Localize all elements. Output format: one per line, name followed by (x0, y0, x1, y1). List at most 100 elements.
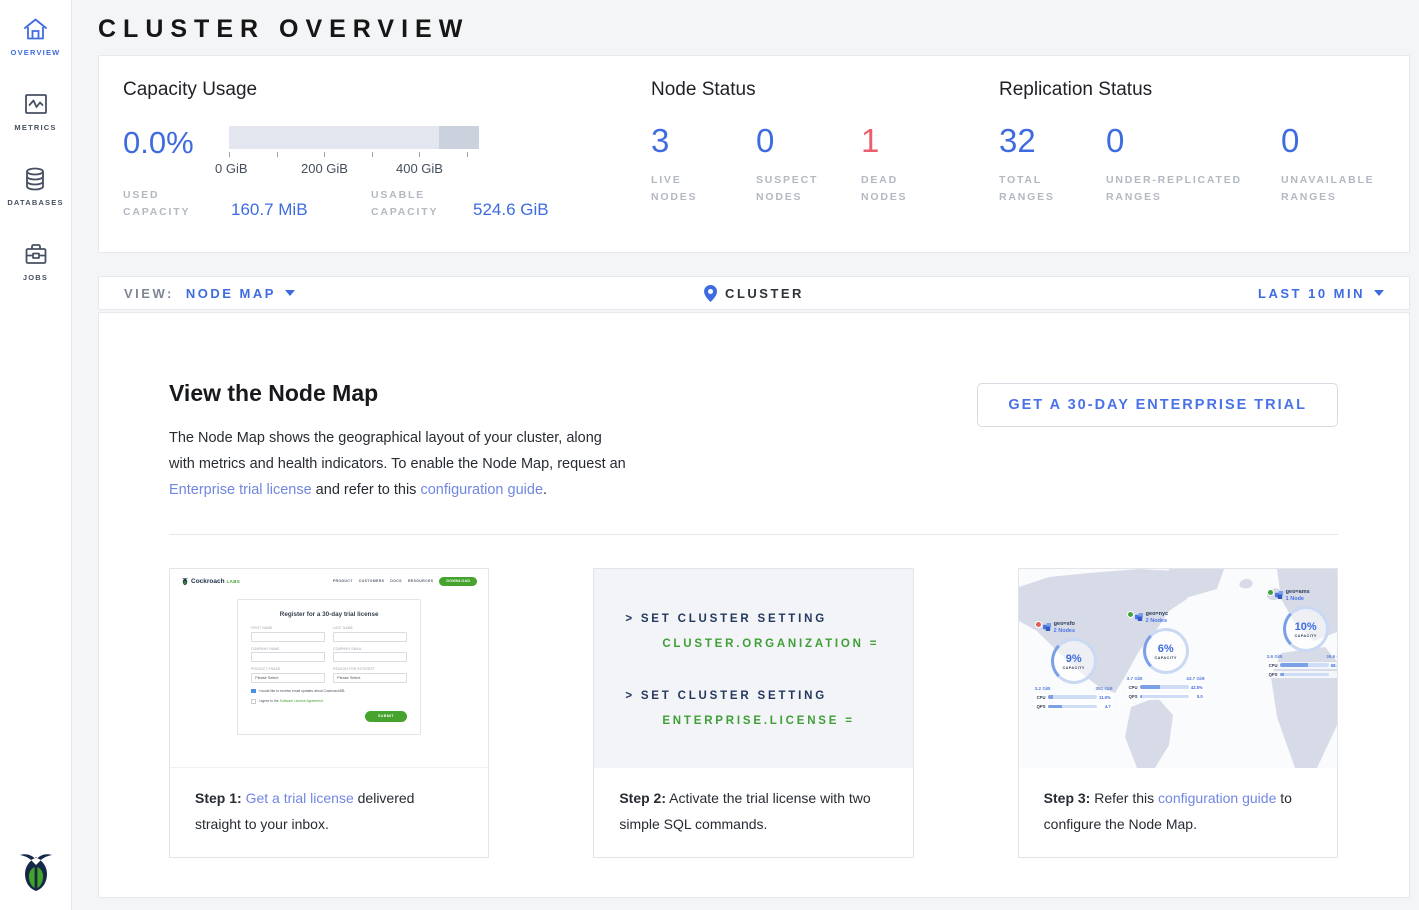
chevron-down-icon (1374, 290, 1384, 296)
node-status-section: Node Status 3 LIVENODES 0 SUSPECTNODES (651, 79, 981, 206)
sidebar-item-overview[interactable]: OVERVIEW (11, 16, 61, 57)
suspect-nodes-stat: 0 SUSPECTNODES (756, 122, 861, 206)
region-badge-nyc: geo=nyc 2 Nodes 6% CAPACITY 3.7 GiB43.7 … (1127, 611, 1205, 700)
page-title: CLUSTER OVERVIEW (98, 0, 1410, 55)
live-node-dot (1127, 611, 1134, 618)
suspect-nodes-value: 0 (756, 122, 861, 160)
get-trial-license-link[interactable]: Get a trial license (246, 790, 354, 806)
total-ranges-value: 32 (999, 122, 1106, 160)
step2-card: > SET CLUSTER SETTING CLUSTER.ORGANIZATI… (593, 568, 913, 858)
capacity-bar-chart: 0 GiB 200 GiB 400 GiB (229, 126, 479, 176)
live-nodes-label: LIVENODES (651, 172, 756, 206)
home-icon (22, 16, 49, 42)
node-map-description: The Node Map shows the geographical layo… (169, 425, 631, 503)
mini-download-button: DOWNLOAD (439, 577, 477, 586)
sidebar-item-jobs[interactable]: JOBS (23, 241, 49, 282)
step1-caption: Step 1: Get a trial license delivered st… (170, 768, 488, 857)
nodes-icon (1135, 613, 1144, 621)
used-capacity-value: 160.7 MiB (231, 200, 371, 221)
total-ranges-label: TOTALRANGES (999, 172, 1106, 206)
capacity-bar-usable-segment (229, 126, 439, 149)
capacity-usage-section: Capacity Usage 0.0% 0 GiB 200 Gi (123, 79, 643, 221)
sidebar: OVERVIEW METRICS DATABASES (0, 0, 72, 910)
dead-nodes-label: DEADNODES (861, 172, 966, 206)
main-content: CLUSTER OVERVIEW Capacity Usage 0.0% (72, 0, 1419, 910)
nodes-icon (1275, 591, 1284, 599)
step2-sql-snippet: > SET CLUSTER SETTING CLUSTER.ORGANIZATI… (594, 569, 912, 768)
usable-capacity-value: 524.6 GiB (473, 200, 613, 221)
breadcrumb-cluster[interactable]: CLUSTER (725, 286, 804, 301)
section-divider (169, 534, 1338, 535)
setup-steps: Cockroach LABS PRODUCT CUSTOMERS DOCS RE… (169, 568, 1338, 858)
chevron-down-icon (285, 290, 295, 296)
enterprise-trial-license-link[interactable]: Enterprise trial license (169, 482, 312, 498)
capacity-axis-labels: 0 GiB 200 GiB 400 GiB (229, 161, 479, 176)
capacity-gauge: 9% CAPACITY (1051, 638, 1097, 684)
breadcrumb: CLUSTER (704, 285, 804, 302)
view-toolbar: VIEW: NODE MAP CLUSTER LAST 10 MIN (98, 276, 1410, 310)
step1-screenshot: Cockroach LABS PRODUCT CUSTOMERS DOCS RE… (170, 569, 488, 768)
under-replicated-ranges-value: 0 (1106, 122, 1281, 160)
unavailable-ranges-label: UNAVAILABLERANGES (1281, 172, 1375, 206)
sidebar-item-label: DATABASES (7, 198, 63, 207)
dead-node-dot (1035, 621, 1042, 628)
sidebar-item-metrics[interactable]: METRICS (14, 91, 56, 132)
tick-label-400: 400 GiB (396, 161, 443, 176)
suspect-nodes-label: SUSPECTNODES (756, 172, 861, 206)
sidebar-item-databases[interactable]: DATABASES (7, 166, 63, 207)
step3-card: geo=sfo 2 Nodes 9% CAPACITY 3.2 GiB351 G… (1018, 568, 1338, 858)
tick-label-0: 0 GiB (215, 161, 248, 176)
databases-icon (22, 166, 48, 192)
node-map-intro: View the Node Map The Node Map shows the… (169, 380, 631, 503)
sidebar-item-label: JOBS (23, 273, 48, 282)
live-nodes-value: 3 (651, 122, 756, 160)
live-nodes-stat: 3 LIVENODES (651, 122, 756, 206)
node-map-panel: View the Node Map The Node Map shows the… (98, 312, 1410, 898)
node-status-title: Node Status (651, 79, 981, 101)
step3-node-map-preview: geo=sfo 2 Nodes 9% CAPACITY 3.2 GiB351 G… (1019, 569, 1337, 768)
region-badge-sfo: geo=sfo 2 Nodes 9% CAPACITY 3.2 GiB351 G… (1035, 621, 1113, 710)
region-badge-ams: geo=ams 1 Node 10% CAPACITY 3.6 GiB36.6 … (1267, 589, 1337, 678)
capacity-usage-title: Capacity Usage (123, 79, 643, 101)
unavailable-ranges-stat: 0 UNAVAILABLERANGES (1281, 122, 1375, 206)
cockroach-labs-mini-logo: Cockroach LABS (181, 576, 240, 586)
sidebar-item-label: METRICS (14, 123, 56, 132)
mini-register-form: Register for a 30-day trial license FIRS… (237, 599, 421, 735)
capacity-used-percent: 0.0% (123, 126, 229, 176)
node-map-heading: View the Node Map (169, 380, 631, 407)
live-node-dot (1267, 589, 1274, 596)
dead-nodes-value: 1 (861, 122, 966, 160)
unavailable-ranges-value: 0 (1281, 122, 1375, 160)
used-capacity-label: USED CAPACITY (123, 187, 231, 221)
jobs-icon (23, 241, 49, 267)
location-pin-icon (704, 285, 717, 302)
total-ranges-stat: 32 TOTALRANGES (999, 122, 1106, 206)
step1-card: Cockroach LABS PRODUCT CUSTOMERS DOCS RE… (169, 568, 489, 858)
under-replicated-ranges-stat: 0 UNDER-REPLICATEDRANGES (1106, 122, 1281, 206)
enterprise-trial-button[interactable]: GET A 30-DAY ENTERPRISE TRIAL (977, 383, 1338, 427)
configuration-guide-link-2[interactable]: configuration guide (1158, 790, 1276, 806)
metrics-icon (23, 91, 49, 117)
capacity-gauge: 6% CAPACITY (1143, 628, 1189, 674)
configuration-guide-link[interactable]: configuration guide (420, 482, 543, 498)
nodes-icon (1043, 623, 1052, 631)
replication-status-section: Replication Status 32 TOTALRANGES 0 UNDE… (999, 79, 1399, 206)
cluster-summary-panel: Capacity Usage 0.0% 0 GiB 200 Gi (98, 55, 1410, 253)
usable-capacity-label: USABLE CAPACITY (371, 187, 473, 221)
cockroachdb-logo (16, 847, 56, 898)
capacity-bar-other-segment (439, 126, 479, 149)
cluster-overview-page: OVERVIEW METRICS DATABASES (0, 0, 1419, 910)
time-range-dropdown[interactable]: LAST 10 MIN (1258, 286, 1384, 301)
capacity-gauge: 10% CAPACITY (1283, 606, 1329, 652)
replication-status-title: Replication Status (999, 79, 1399, 101)
dead-nodes-stat: 1 DEADNODES (861, 122, 966, 206)
view-label: VIEW: (124, 286, 174, 301)
mini-nav: PRODUCT CUSTOMERS DOCS RESOURCES DOWNLOA… (327, 577, 478, 586)
step2-caption: Step 2: Activate the trial license with … (594, 768, 912, 857)
view-selector-dropdown[interactable]: NODE MAP (186, 286, 295, 301)
sidebar-item-label: OVERVIEW (11, 48, 61, 57)
step3-caption: Step 3: Refer this configuration guide t… (1019, 768, 1337, 857)
under-replicated-ranges-label: UNDER-REPLICATEDRANGES (1106, 172, 1281, 206)
tick-label-200: 200 GiB (301, 161, 348, 176)
capacity-axis-ticks (229, 152, 479, 158)
